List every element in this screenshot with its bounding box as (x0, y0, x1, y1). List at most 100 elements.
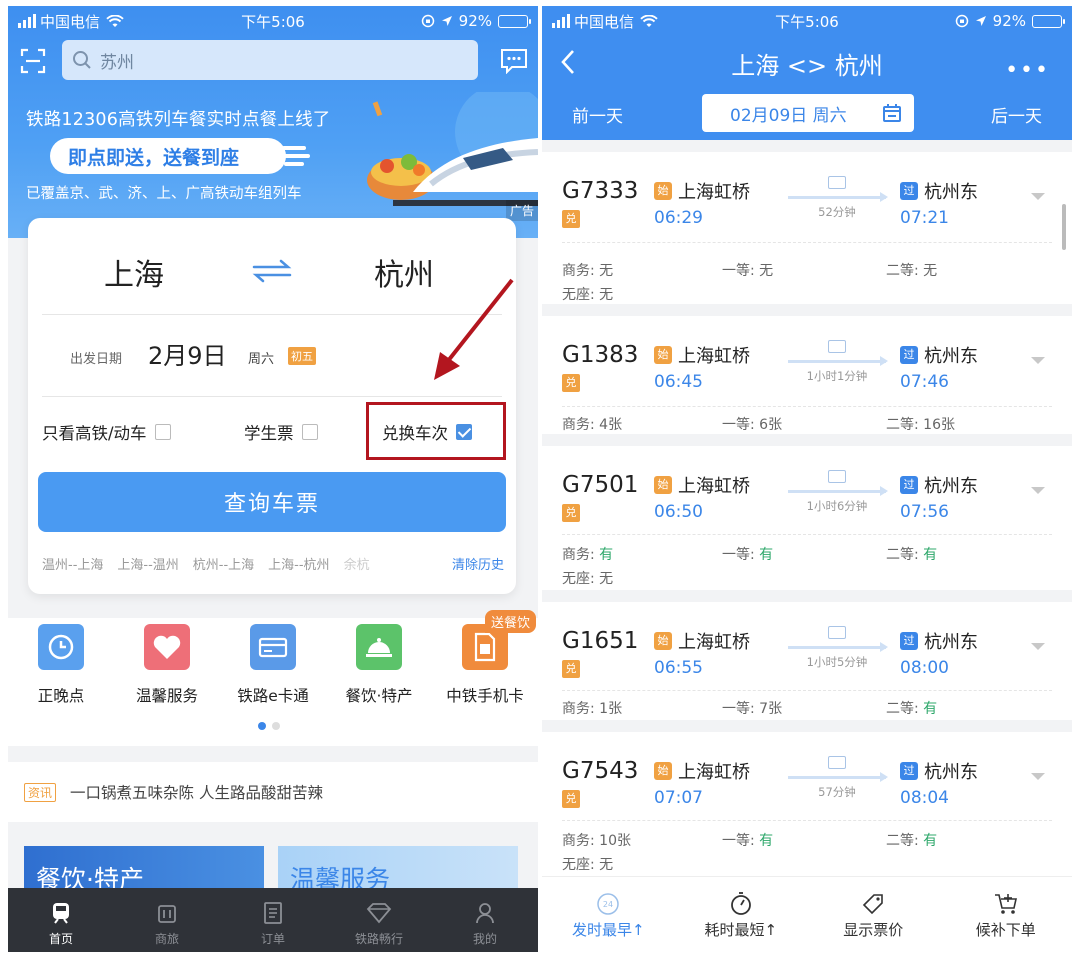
status-bar: 中国电信 下午5:06 92% (542, 6, 1072, 36)
chevron-down-icon[interactable] (1030, 642, 1046, 652)
exchange-badge: 兑 (562, 210, 580, 228)
battery-percent: 92% (458, 12, 492, 30)
id-card-icon (828, 340, 846, 353)
departure-time: 06:50 (654, 502, 703, 522)
origin-badge: 始 (654, 476, 672, 494)
tab-business-travel[interactable]: 商旅 (114, 888, 220, 952)
grid-label: 温馨服务 (135, 687, 198, 705)
train-number: G7543 (562, 758, 639, 784)
history-item[interactable]: 余杭 (344, 554, 370, 573)
divider (42, 396, 502, 397)
student-ticket-checkbox[interactable] (301, 424, 318, 440)
tab-label: 商旅 (154, 932, 179, 946)
id-card-icon (828, 470, 846, 483)
sort-by-duration-button[interactable]: 耗时最短↑ (675, 877, 808, 952)
tab-railway-pass[interactable]: 铁路畅行 (326, 888, 432, 952)
seat-standing: 无座: 无 (562, 287, 614, 303)
banner-title: 铁路12306高铁列车餐实时点餐上线了 (26, 110, 331, 130)
from-city[interactable]: 上海 (104, 250, 164, 294)
message-icon[interactable] (500, 48, 528, 74)
tab-orders[interactable]: 订单 (220, 888, 326, 952)
seat-second: 二等: 无 (886, 263, 938, 279)
departure-station: 上海虹桥 (678, 762, 750, 783)
previous-day-button[interactable]: 前一天 (572, 102, 623, 127)
chevron-down-icon[interactable] (1030, 486, 1046, 496)
train-card[interactable]: G7501 兑 始 上海虹桥 06:50 1小时6分钟 过 杭州东 07:56 … (542, 446, 1072, 590)
carrier-name: 中国电信 (40, 12, 101, 31)
student-ticket-option[interactable]: 学生票 (244, 420, 318, 444)
chevron-down-icon[interactable] (1030, 772, 1046, 782)
history-item[interactable]: 上海--温州 (117, 554, 178, 573)
grid-label: 正晚点 (37, 687, 85, 705)
search-icon (73, 51, 91, 69)
ad-label: 广告 (505, 200, 538, 221)
seat-first: 一等: 7张 (722, 701, 783, 717)
train-number: G1651 (562, 628, 639, 654)
order-list-icon (264, 902, 282, 924)
date-picker[interactable]: 02月09日 周六 (702, 94, 914, 132)
arrival-station: 杭州东 (924, 182, 978, 203)
departure-station: 上海虹桥 (678, 346, 750, 367)
seat-first: 一等: 有 (722, 833, 774, 849)
tab-home[interactable]: 首页 (8, 888, 114, 952)
exchange-badge: 兑 (562, 504, 580, 522)
news-headline[interactable]: 一口锅煮五味杂陈 人生路品酸甜苦辣 (70, 781, 323, 803)
seat-business: 商务: 4张 (562, 417, 623, 433)
grid-item-punctuality[interactable]: 正晚点 (8, 624, 114, 706)
scrollbar[interactable] (1062, 204, 1066, 250)
tab-label: 我的 (472, 932, 497, 946)
seat-second: 二等: 有 (886, 833, 938, 849)
location-icon (975, 16, 986, 26)
departure-time: 06:55 (654, 658, 703, 678)
route-arrow (788, 772, 888, 782)
waitlist-order-button[interactable]: 候补下单 (940, 877, 1073, 952)
departure-date[interactable]: 2月9日 (148, 336, 227, 371)
scan-icon[interactable] (20, 48, 46, 74)
arrival-time: 07:56 (900, 502, 949, 522)
seat-first: 一等: 无 (722, 263, 774, 279)
stopwatch-icon (730, 892, 751, 915)
dish-icon (356, 624, 402, 670)
lunar-date-badge: 初五 (288, 347, 316, 365)
grid-item-ecard[interactable]: 铁路e卡通 (220, 624, 326, 706)
grid-item-food[interactable]: 餐饮·特产 (326, 624, 432, 706)
train-card[interactable]: G7543 兑 始 上海虹桥 07:07 57分钟 过 杭州东 08:04 商务… (542, 732, 1072, 880)
food-delivery-badge: 送餐饮 (484, 610, 536, 633)
sort-label: 显示票价 (843, 921, 904, 939)
chevron-down-icon[interactable] (1030, 356, 1046, 366)
highspeed-only-option[interactable]: 只看高铁/动车 (42, 420, 171, 444)
highspeed-only-checkbox[interactable] (154, 424, 171, 440)
exchange-badge: 兑 (562, 374, 580, 392)
train-card[interactable]: G1651 兑 始 上海虹桥 06:55 1小时5分钟 过 杭州东 08:00 … (542, 602, 1072, 720)
search-history: 温州--上海 上海--温州 杭州--上海 上海--杭州 余杭 清除历史 (42, 554, 504, 573)
train-number: G7333 (562, 178, 639, 204)
history-item[interactable]: 温州--上海 (42, 554, 103, 573)
travel-duration: 1小时1分钟 (806, 369, 868, 383)
train-card[interactable]: G1383 兑 始 上海虹桥 06:45 1小时1分钟 过 杭州东 07:46 … (542, 316, 1072, 434)
train-card[interactable]: G7333 兑 始 上海虹桥 06:29 52分钟 过 杭州东 07:21 商务… (542, 152, 1072, 304)
next-day-button[interactable]: 后一天 (991, 102, 1042, 127)
history-item[interactable]: 杭州--上海 (193, 554, 254, 573)
seat-first: 一等: 有 (722, 547, 774, 563)
grid-item-simcard[interactable]: 中铁手机卡 (432, 624, 538, 706)
clear-history-link[interactable]: 清除历史 (452, 554, 504, 573)
train-list-screen: 中国电信 下午5:06 92% 上海 <> 杭州 ••• 前一天 02月09日 … (542, 6, 1072, 952)
route-arrow (788, 642, 888, 652)
history-item[interactable]: 上海--杭州 (268, 554, 329, 573)
news-ticker[interactable]: 资讯 一口锅煮五味杂陈 人生路品酸甜苦辣 (8, 762, 538, 822)
search-tickets-button[interactable]: 查询车票 (38, 472, 506, 532)
tab-profile[interactable]: 我的 (432, 888, 538, 952)
travel-duration: 1小时6分钟 (806, 499, 868, 513)
more-menu-icon[interactable]: ••• (1005, 58, 1050, 83)
sort-by-departure-button[interactable]: 24 发时最早↑ (542, 877, 675, 952)
seat-first: 一等: 6张 (722, 417, 783, 433)
search-input[interactable]: 苏州 (62, 40, 478, 80)
chevron-down-icon[interactable] (1030, 192, 1046, 202)
highlight-box (366, 402, 506, 460)
grid-item-care-service[interactable]: 温馨服务 (114, 624, 220, 706)
show-price-button[interactable]: 显示票价 (807, 877, 940, 952)
swap-stations-icon[interactable] (250, 258, 294, 284)
arrival-station: 杭州东 (924, 476, 978, 497)
departure-station: 上海虹桥 (678, 476, 750, 497)
departure-time: 06:29 (654, 208, 703, 228)
